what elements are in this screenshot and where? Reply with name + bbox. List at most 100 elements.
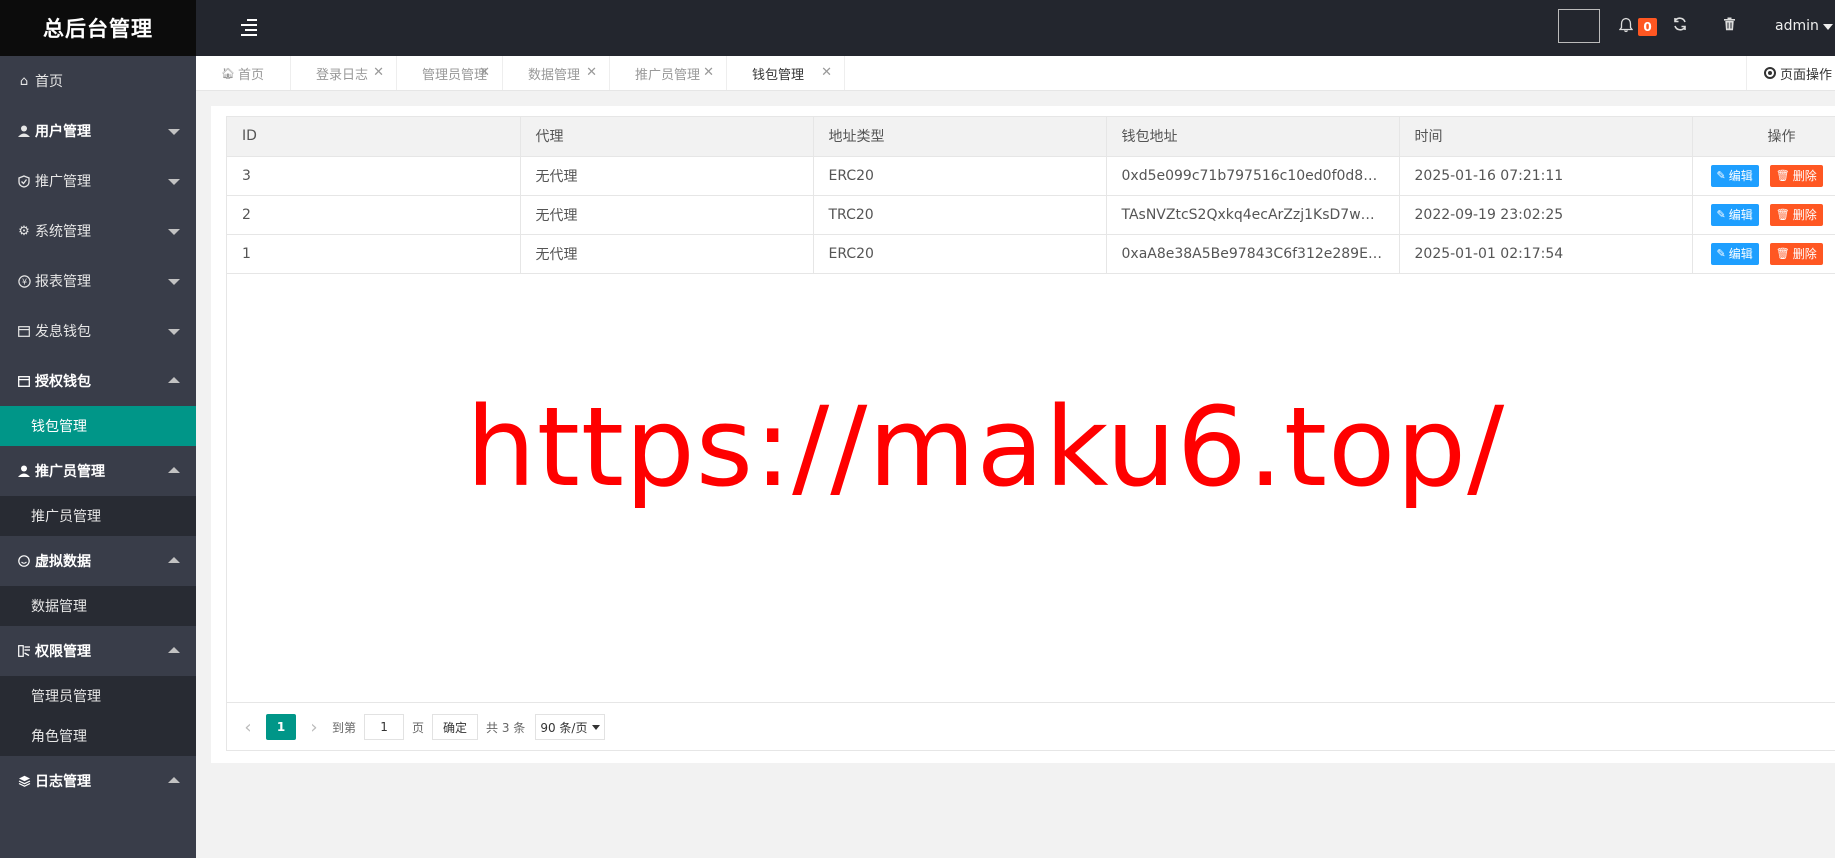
tab-bar: 🏠︎ 首页 登录日志 ✕ 管理员管理 ✕ 数据管理 ✕ 推广员管理 ✕ 钱包管理…	[196, 56, 1835, 91]
user-menu[interactable]: admin	[1775, 18, 1819, 34]
close-icon[interactable]: ✕	[479, 65, 490, 80]
trash-icon: 🗑︎	[1775, 169, 1790, 182]
cell-address-type: ERC20	[813, 156, 1107, 196]
tab-promoter-management[interactable]: 推广员管理 ✕	[610, 56, 727, 90]
sidebar-subitem-admin-management[interactable]: 管理员管理	[0, 676, 196, 716]
goto-page-input[interactable]: 1	[364, 714, 405, 740]
menu-toggle-icon[interactable]	[241, 19, 257, 36]
sidebar-item-label: 权限管理	[35, 644, 91, 660]
cell-wallet-address: 0xaA8e38A5Be97843C6f312e289EfCE...	[1106, 234, 1400, 274]
page-operations-label: 页面操作	[1780, 67, 1833, 83]
chevron-down-icon	[592, 724, 601, 730]
gear-icon: ⚙	[18, 223, 30, 239]
refresh-icon[interactable]	[1672, 16, 1688, 36]
cell-actions: ✎ 编辑 🗑︎ 删除	[1692, 156, 1835, 196]
cell-agent: 无代理	[520, 156, 814, 196]
smile-icon	[16, 555, 32, 567]
sidebar-item-home[interactable]: ⌂ 首页	[0, 56, 196, 106]
chevron-down-icon[interactable]	[1823, 24, 1833, 30]
sidebar-item-promotion[interactable]: 推广管理	[0, 156, 196, 206]
edit-button[interactable]: ✎ 编辑	[1710, 203, 1759, 226]
sidebar-item-authorized-wallet[interactable]: 授权钱包	[0, 356, 196, 406]
tab-wallet-management[interactable]: 钱包管理 ✕	[727, 56, 845, 90]
table-row: 2 无代理 TRC20 TAsNVZtcS2Qxkq4ecArZzj1KsD7w…	[227, 195, 1835, 235]
delete-button[interactable]: 🗑︎ 删除	[1769, 203, 1823, 226]
sidebar-item-label: 用户管理	[35, 124, 91, 140]
tab-home[interactable]: 🏠︎ 首页	[196, 56, 291, 90]
close-icon[interactable]: ✕	[586, 65, 597, 80]
sidebar-item-promoter-management[interactable]: 推广员管理	[0, 446, 196, 496]
sidebar-item-logs[interactable]: 日志管理	[0, 756, 196, 806]
column-header-time[interactable]: 时间	[1399, 117, 1693, 157]
delete-label: 删除	[1792, 169, 1817, 183]
trash-icon[interactable]	[1723, 17, 1736, 35]
user-icon	[16, 125, 32, 137]
edit-button[interactable]: ✎ 编辑	[1710, 164, 1759, 187]
chevron-up-icon	[168, 647, 180, 653]
sidebar-item-label: 推广员管理	[35, 464, 105, 480]
sidebar-subitem-wallet-management[interactable]: 钱包管理	[0, 406, 196, 446]
wallet-table-container: ID 代理 地址类型 钱包地址 时间 操作 3 无代理 ERC20 0xd5e0…	[226, 116, 1835, 751]
table-row: 1 无代理 ERC20 0xaA8e38A5Be97843C6f312e289E…	[227, 234, 1835, 274]
sidebar-subitem-role-management[interactable]: 角色管理	[0, 716, 196, 756]
close-icon[interactable]: ✕	[373, 65, 384, 80]
tab-admin-management[interactable]: 管理员管理 ✕	[397, 56, 503, 90]
edit-label: 编辑	[1728, 247, 1753, 261]
chevron-up-icon	[168, 377, 180, 383]
sidebar-item-virtual-data[interactable]: 虚拟数据	[0, 536, 196, 586]
next-page-icon[interactable]: ›	[304, 717, 324, 738]
top-header: 0 admin	[196, 0, 1835, 56]
page-unit-label: 页	[412, 720, 425, 735]
edit-label: 编辑	[1728, 169, 1753, 183]
cell-time: 2025-01-16 07:21:11	[1399, 156, 1693, 196]
sidebar-item-permissions[interactable]: 权限管理	[0, 626, 196, 676]
pagination: ‹ 1 › 到第 1 页 确定 共 3 条 90 条/页	[226, 702, 1835, 751]
close-icon[interactable]: ✕	[703, 65, 714, 80]
cell-id: 2	[227, 195, 521, 235]
home-icon: ⌂	[19, 73, 29, 89]
sidebar-subitem-data-management[interactable]: 数据管理	[0, 586, 196, 626]
tab-label: 钱包管理	[752, 67, 805, 83]
sidebar-item-system[interactable]: ⚙ 系统管理	[0, 206, 196, 256]
app-logo: 总后台管理	[0, 0, 196, 56]
cell-actions: ✎ 编辑 🗑︎ 删除	[1692, 234, 1835, 274]
cell-actions: ✎ 编辑 🗑︎ 删除	[1692, 195, 1835, 235]
sidebar-menu: ⌂ 首页 用户管理 推广管理 ⚙ 系统管理 ¥ 报表管理 发息钱包 授权钱包 钱…	[0, 56, 196, 806]
edit-button[interactable]: ✎ 编辑	[1710, 242, 1759, 265]
bell-icon[interactable]	[1618, 17, 1635, 35]
sidebar-subitem-promoter-management[interactable]: 推广员管理	[0, 496, 196, 536]
cell-address-type: TRC20	[813, 195, 1107, 235]
current-page-button[interactable]: 1	[266, 714, 296, 740]
close-icon[interactable]: ✕	[821, 65, 832, 80]
delete-button[interactable]: 🗑︎ 删除	[1769, 242, 1823, 265]
chevron-down-icon	[168, 229, 180, 235]
page-size-select[interactable]: 90 条/页	[535, 714, 606, 740]
sidebar-item-label: 推广管理	[35, 174, 91, 190]
submenu-promoter: 推广员管理	[0, 496, 196, 536]
cell-wallet-address: TAsNVZtcS2Qxkq4ecArZzj1KsD7wZM...	[1106, 195, 1400, 235]
sidebar-item-user-management[interactable]: 用户管理	[0, 106, 196, 156]
column-header-address-type[interactable]: 地址类型	[813, 117, 1107, 157]
chevron-up-icon	[168, 777, 180, 783]
tab-login-log[interactable]: 登录日志 ✕	[291, 56, 397, 90]
confirm-page-button[interactable]: 确定	[432, 714, 479, 740]
sidebar-item-reports[interactable]: ¥ 报表管理	[0, 256, 196, 306]
sidebar-item-label: 日志管理	[35, 774, 91, 790]
key-icon	[16, 645, 32, 657]
cell-time: 2025-01-01 02:17:54	[1399, 234, 1693, 274]
column-header-id[interactable]: ID	[227, 117, 521, 157]
cell-agent: 无代理	[520, 234, 814, 274]
tab-data-management[interactable]: 数据管理 ✕	[503, 56, 610, 90]
column-header-wallet-address[interactable]: 钱包地址	[1106, 117, 1400, 157]
trash-icon: 🗑︎	[1775, 208, 1790, 221]
column-header-agent[interactable]: 代理	[520, 117, 814, 157]
header-search-box[interactable]	[1558, 9, 1600, 43]
cell-time: 2022-09-19 23:02:25	[1399, 195, 1693, 235]
delete-button[interactable]: 🗑︎ 删除	[1769, 164, 1823, 187]
prev-page-icon[interactable]: ‹	[238, 717, 258, 738]
total-count: 共 3 条	[486, 720, 526, 735]
cell-agent: 无代理	[520, 195, 814, 235]
wallet-table: ID 代理 地址类型 钱包地址 时间 操作 3 无代理 ERC20 0xd5e0…	[227, 117, 1835, 274]
page-operations-button[interactable]: 页面操作	[1746, 56, 1835, 90]
sidebar-item-interest-wallet[interactable]: 发息钱包	[0, 306, 196, 356]
